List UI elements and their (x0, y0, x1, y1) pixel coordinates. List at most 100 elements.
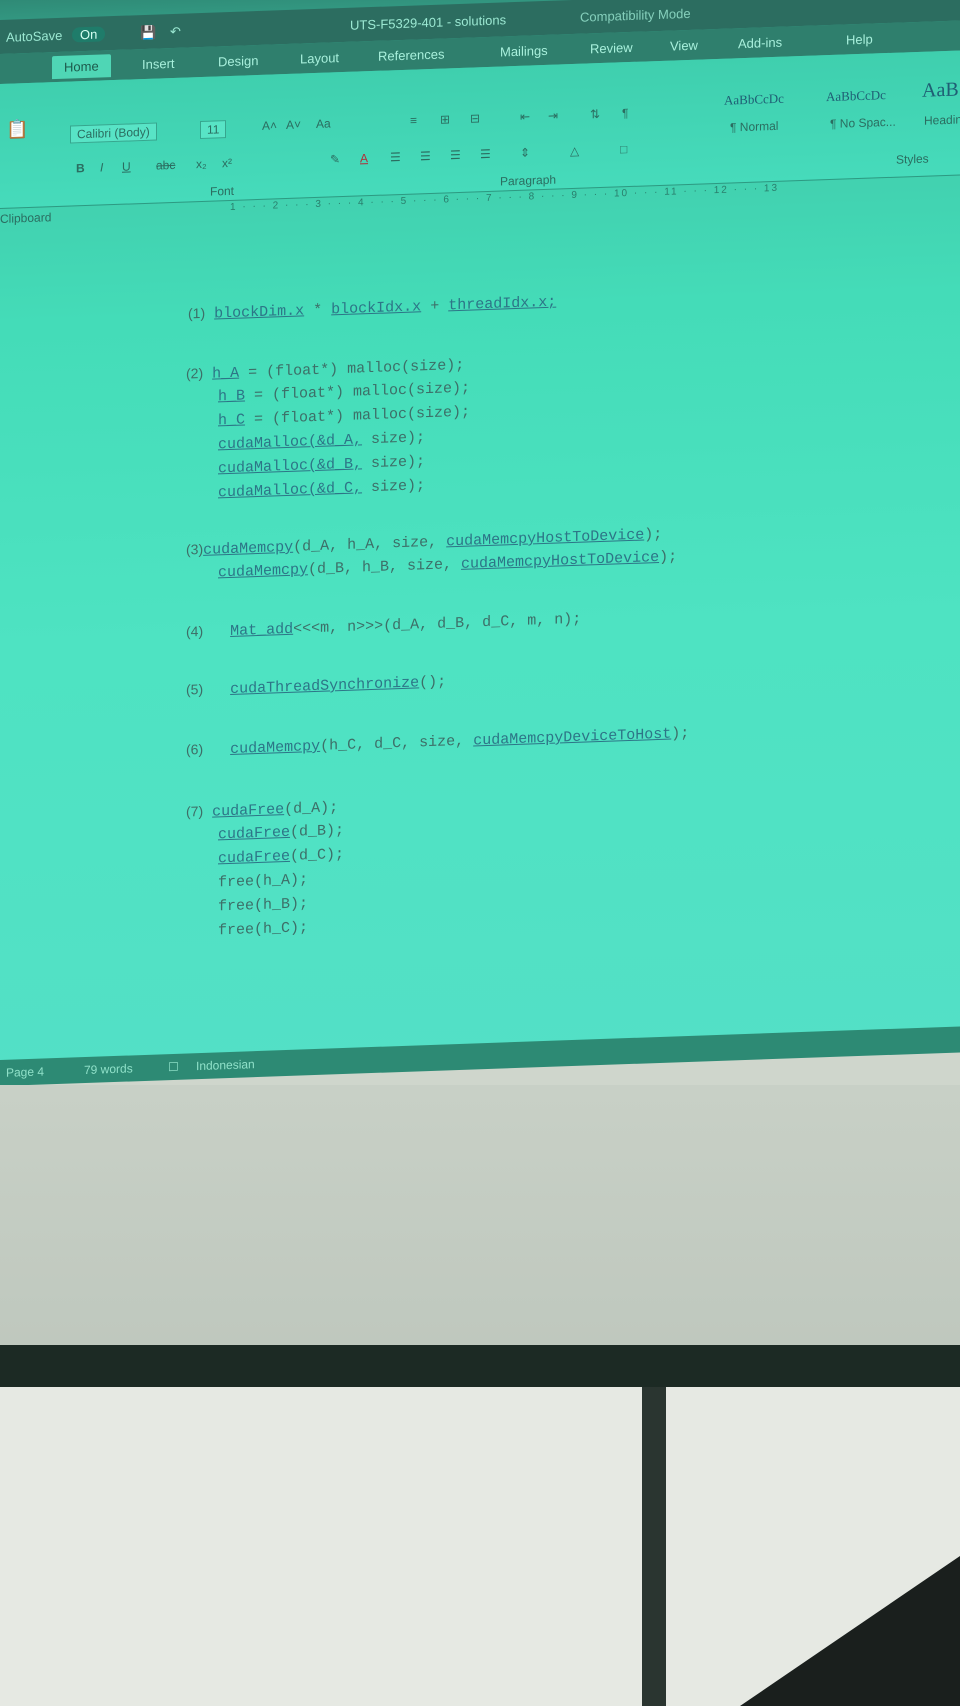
font-color-icon[interactable]: A (360, 151, 368, 165)
answer-7-line-4: free(h_A); (218, 871, 308, 891)
answer-3-line-1-args: (d_A, h_A, size, (293, 533, 447, 556)
style-normal-sample[interactable]: AaBbCcDc (724, 91, 784, 109)
sort-icon[interactable]: ⇅ (590, 107, 600, 121)
answer-7-line-1-fn: cudaFree (212, 801, 285, 821)
subscript-icon[interactable]: x₂ (196, 157, 207, 171)
answer-2-line-6: cudaMalloc(&d_C, size); (218, 477, 425, 501)
page-indicator[interactable]: Page 4 (6, 1064, 44, 1079)
grow-font-icon[interactable]: A˄ (262, 118, 277, 133)
answer-2: (2) h_A = (float*) malloc(size); (186, 356, 464, 384)
align-center-icon[interactable]: ☰ (420, 149, 431, 163)
increase-indent-icon[interactable]: ⇥ (548, 109, 558, 123)
answer-3-line-1-kind: cudaMemcpyHostToDevice (446, 526, 645, 551)
answer-4-args: <<<m, n>>>(d_A, d_B, d_C, m, n); (293, 610, 582, 638)
style-heading-sample[interactable]: AaB (922, 79, 959, 103)
style-nospacing-sample[interactable]: AaBbCcDc (826, 87, 886, 105)
projector-screen-bottom-bar (0, 1345, 960, 1387)
font-size-select[interactable]: 11 (200, 120, 227, 140)
show-marks-icon[interactable]: ¶ (622, 106, 628, 120)
answer-2-line-4-rest: size); (362, 429, 426, 449)
answer-1-blockidx: blockIdx.x (331, 298, 422, 319)
line-spacing-icon[interactable]: ⇕ (520, 145, 530, 159)
style-normal-name[interactable]: ¶ Normal (730, 119, 778, 135)
answer-2-line-5: cudaMalloc(&d_B, size); (218, 453, 425, 477)
answer-2-line-3-var: h_C (218, 411, 246, 430)
answer-2-line-1-rest: = (float*) malloc(size); (239, 356, 465, 382)
answer-6-fn: cudaMemcpy (230, 737, 321, 758)
answer-6-number: (6) (186, 740, 204, 758)
document-title: UTS-F5329-401 - solutions (350, 12, 507, 33)
answer-2-line-5-rest: size); (362, 453, 426, 473)
style-heading-name[interactable]: Heading 1 (924, 112, 960, 128)
decrease-indent-icon[interactable]: ⇤ (520, 109, 530, 123)
tab-references[interactable]: References (378, 46, 444, 63)
answer-2-line-2: h_B = (float*) malloc(size); (218, 380, 470, 406)
tab-review[interactable]: Review (590, 40, 633, 56)
answer-5: (5) cudaThreadSynchronize(); (186, 672, 446, 699)
answer-6-end: ); (671, 724, 690, 743)
paste-icon[interactable]: 📋 (6, 119, 28, 141)
answer-7-line-1-args: (d_A); (284, 799, 339, 819)
superscript-icon[interactable]: x² (222, 156, 232, 170)
language-indicator[interactable]: Indonesian (196, 1057, 255, 1073)
align-left-icon[interactable]: ☰ (390, 150, 401, 164)
borders-icon[interactable]: □ (620, 142, 627, 156)
answer-4: (4) Mat_add<<<m, n>>>(d_A, d_B, d_C, m, … (186, 610, 581, 642)
tab-help[interactable]: Help (846, 32, 873, 48)
style-nospacing-name[interactable]: ¶ No Spac... (830, 115, 896, 131)
numbering-icon[interactable]: ⊞ (440, 112, 450, 126)
answer-2-line-2-rest: = (float*) malloc(size); (245, 379, 471, 405)
answer-3-line-2-end: ); (659, 548, 678, 566)
whiteboard-divider (642, 1387, 666, 1706)
answer-7-line-3-fn: cudaFree (218, 847, 291, 868)
bold-icon[interactable]: B (76, 161, 85, 175)
strikethrough-icon[interactable]: abc (156, 158, 175, 173)
answer-7-line-6: free(h_C); (218, 919, 308, 939)
answer-3-line-1-fn: cudaMemcpy (203, 538, 294, 559)
compatibility-mode-label: Compatibility Mode (580, 5, 691, 25)
answer-7-line-5-args: (h_B); (254, 895, 309, 915)
justify-icon[interactable]: ☰ (480, 147, 491, 161)
underline-icon[interactable]: U (122, 159, 131, 173)
autosave-toggle[interactable]: On (72, 26, 106, 43)
wall-below-screen (0, 1085, 960, 1345)
answer-2-line-4-var: cudaMalloc(&d_A, (218, 431, 363, 454)
shading-icon[interactable]: △ (570, 144, 579, 158)
tab-mailings[interactable]: Mailings (500, 43, 548, 60)
undo-icon[interactable]: ↶ (170, 24, 181, 40)
answer-5-args: (); (419, 673, 447, 692)
dark-object-corner (740, 1556, 960, 1706)
answer-7-line-6-fn: free (218, 921, 255, 940)
answer-2-line-1-var: h_A (212, 364, 240, 383)
change-case-icon[interactable]: Aa (316, 116, 331, 131)
answer-2-line-3: h_C = (float*) malloc(size); (218, 404, 470, 430)
tab-insert[interactable]: Insert (142, 56, 175, 72)
save-icon[interactable]: 💾 (140, 25, 156, 42)
shrink-font-icon[interactable]: A˅ (286, 117, 301, 132)
answer-1-op2: + (421, 297, 449, 316)
answer-1: (1) blockDim.x * blockIdx.x + threadIdx.… (188, 293, 556, 324)
answer-6: (6) cudaMemcpy(h_C, d_C, size, cudaMemcp… (186, 724, 689, 760)
answer-1-blockdim: blockDim.x (214, 302, 305, 323)
tab-home[interactable]: Home (52, 54, 111, 80)
document-page: (1) blockDim.x * blockIdx.x + threadIdx.… (0, 192, 960, 1066)
align-right-icon[interactable]: ☰ (450, 148, 461, 162)
font-name-select[interactable]: Calibri (Body) (70, 122, 157, 144)
tab-design[interactable]: Design (218, 53, 258, 69)
word-count[interactable]: 79 words (84, 1061, 133, 1077)
styles-group-label: Styles (896, 151, 929, 167)
highlight-icon[interactable]: ✎ (330, 152, 340, 166)
italic-icon[interactable]: I (100, 160, 103, 174)
tab-layout[interactable]: Layout (300, 50, 339, 66)
answer-4-fn: Mat_add (230, 620, 294, 640)
proofing-icon[interactable]: ☐ (168, 1060, 179, 1074)
tab-add-ins[interactable]: Add-ins (738, 35, 782, 52)
answer-2-line-5-var: cudaMalloc(&d_B, (218, 455, 363, 478)
answer-7-line-4-args: (h_A); (254, 871, 309, 891)
multilevel-list-icon[interactable]: ⊟ (470, 111, 480, 125)
answer-7-line-2-args: (d_B); (290, 821, 345, 841)
tab-view[interactable]: View (670, 38, 698, 54)
answer-5-fn: cudaThreadSynchronize (230, 674, 420, 698)
answer-7-line-5: free(h_B); (218, 895, 308, 915)
bullets-icon[interactable]: ≡ (410, 113, 417, 127)
